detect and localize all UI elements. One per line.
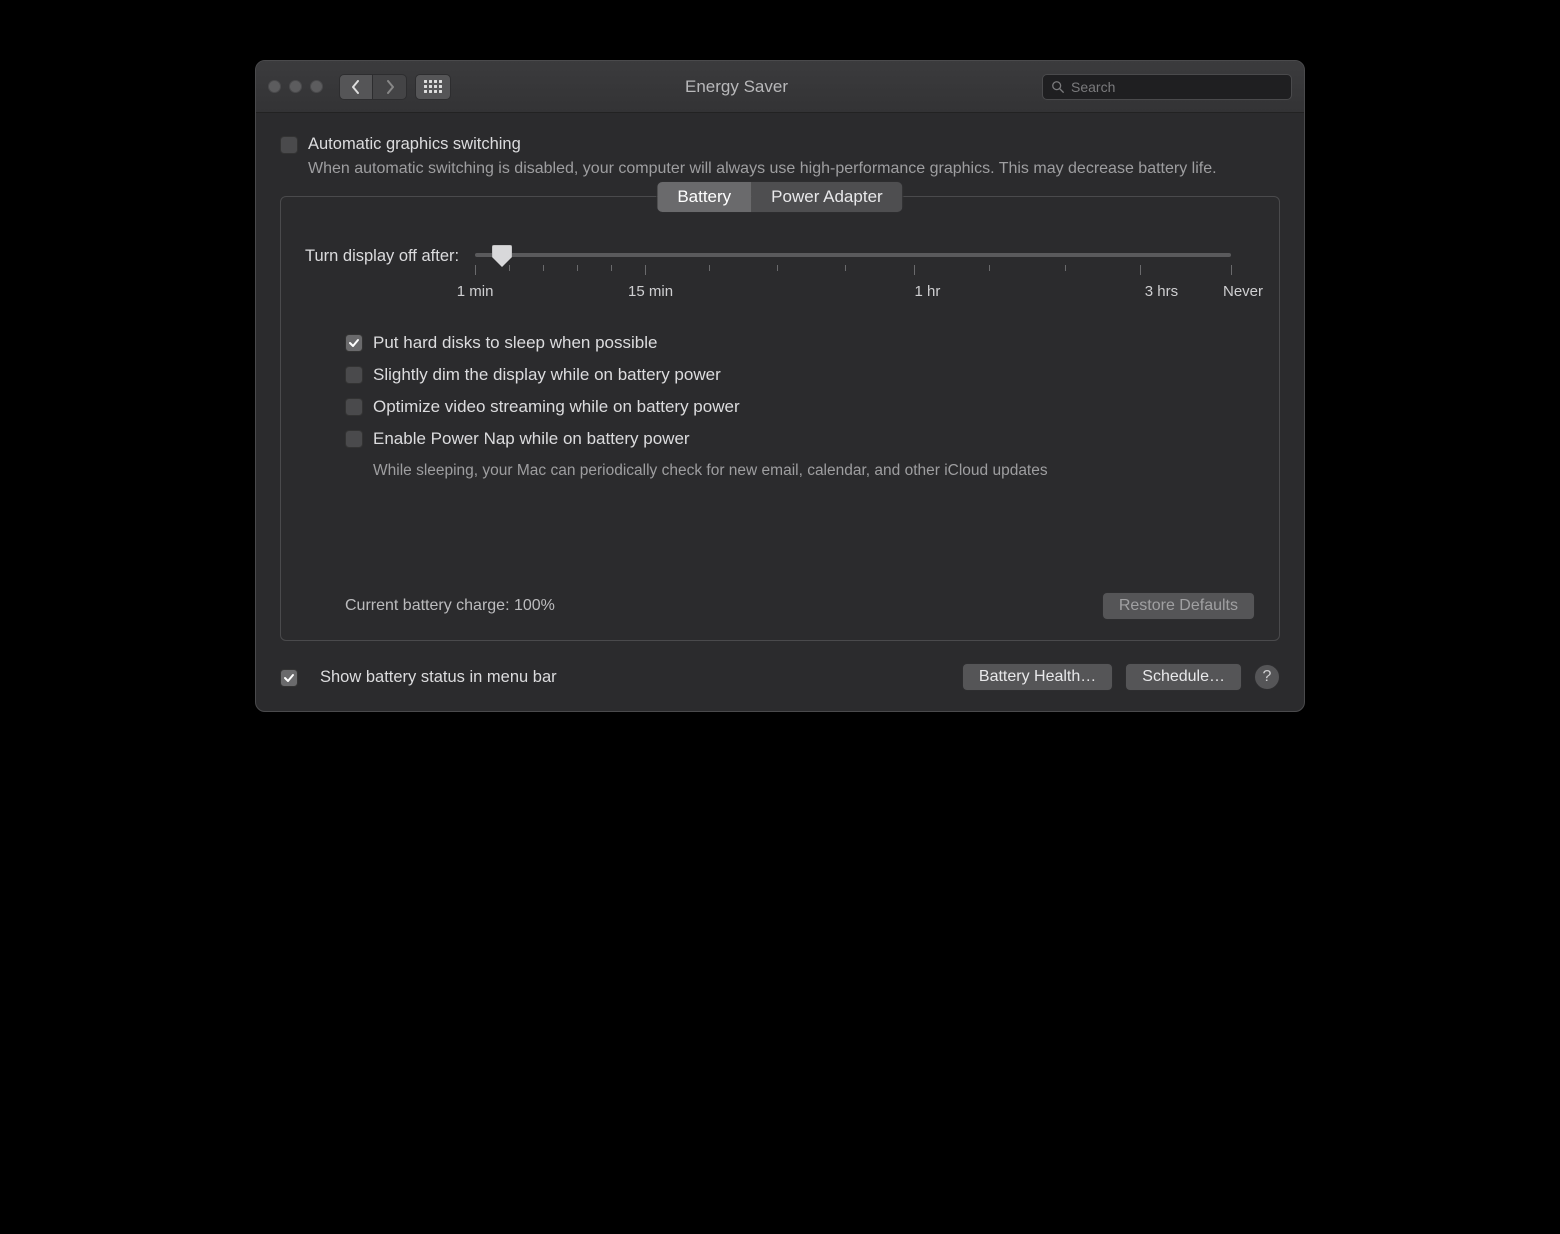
content-area: Automatic graphics switching When automa… bbox=[256, 113, 1304, 711]
check-icon bbox=[283, 672, 295, 684]
slider-track bbox=[475, 253, 1231, 257]
tab-power-adapter[interactable]: Power Adapter bbox=[751, 182, 903, 212]
power-nap-row: Enable Power Nap while on battery power … bbox=[345, 429, 1255, 482]
preferences-window: Energy Saver Automatic graphics switchin… bbox=[255, 60, 1305, 712]
settings-panel: Battery Power Adapter Turn display off a… bbox=[280, 196, 1280, 641]
hdd-sleep-label: Put hard disks to sleep when possible bbox=[373, 333, 657, 353]
slider-tick-never: Never bbox=[1223, 283, 1263, 300]
slider-thumb[interactable] bbox=[492, 245, 512, 267]
nav-buttons bbox=[339, 74, 407, 100]
optimize-video-row: Optimize video streaming while on batter… bbox=[345, 397, 1255, 417]
dim-display-label: Slightly dim the display while on batter… bbox=[373, 365, 721, 385]
optimize-video-checkbox[interactable] bbox=[345, 398, 363, 416]
battery-health-button[interactable]: Battery Health… bbox=[962, 663, 1113, 691]
dim-display-row: Slightly dim the display while on batter… bbox=[345, 365, 1255, 385]
window-controls bbox=[268, 80, 323, 93]
power-nap-label: Enable Power Nap while on battery power bbox=[373, 429, 690, 449]
options-list: Put hard disks to sleep when possible Sl… bbox=[345, 333, 1255, 482]
show-status-checkbox[interactable] bbox=[280, 669, 298, 687]
display-off-slider[interactable]: 1 min 15 min 1 hr 3 hrs Never bbox=[475, 245, 1255, 303]
slider-tick-labels: 1 min 15 min 1 hr 3 hrs Never bbox=[475, 283, 1255, 303]
power-nap-description: While sleeping, your Mac can periodicall… bbox=[373, 461, 1053, 482]
optimize-video-label: Optimize video streaming while on batter… bbox=[373, 397, 740, 417]
dim-display-checkbox[interactable] bbox=[345, 366, 363, 384]
auto-graphics-checkbox[interactable] bbox=[280, 136, 298, 154]
slider-ticks bbox=[475, 265, 1231, 275]
panel-footer: Current battery charge: 100% Restore Def… bbox=[305, 592, 1255, 620]
toolbar: Energy Saver bbox=[256, 61, 1304, 113]
back-button[interactable] bbox=[339, 74, 373, 100]
display-off-slider-row: Turn display off after: bbox=[305, 245, 1255, 303]
grid-icon bbox=[424, 80, 442, 93]
search-icon bbox=[1051, 80, 1065, 94]
battery-charge-status: Current battery charge: 100% bbox=[345, 597, 555, 615]
auto-graphics-description: When automatic switching is disabled, yo… bbox=[308, 158, 1280, 180]
minimize-window-button[interactable] bbox=[289, 80, 302, 93]
slider-tick-1min: 1 min bbox=[457, 283, 494, 300]
zoom-window-button[interactable] bbox=[310, 80, 323, 93]
slider-tick-1hr: 1 hr bbox=[914, 283, 940, 300]
auto-graphics-label: Automatic graphics switching bbox=[308, 135, 521, 154]
search-field[interactable] bbox=[1042, 74, 1292, 100]
show-status-label: Show battery status in menu bar bbox=[320, 668, 557, 687]
slider-tick-15min: 15 min bbox=[628, 283, 673, 300]
slider-tick-3hrs: 3 hrs bbox=[1145, 283, 1178, 300]
display-off-label: Turn display off after: bbox=[305, 245, 459, 266]
window-title: Energy Saver bbox=[459, 77, 1034, 97]
restore-defaults-button[interactable]: Restore Defaults bbox=[1102, 592, 1255, 620]
power-nap-checkbox[interactable] bbox=[345, 430, 363, 448]
search-input[interactable] bbox=[1071, 79, 1283, 95]
help-button[interactable]: ? bbox=[1254, 664, 1280, 690]
chevron-right-icon bbox=[385, 80, 395, 94]
forward-button[interactable] bbox=[373, 74, 407, 100]
chevron-left-icon bbox=[351, 80, 361, 94]
question-icon: ? bbox=[1263, 668, 1272, 686]
close-window-button[interactable] bbox=[268, 80, 281, 93]
schedule-button[interactable]: Schedule… bbox=[1125, 663, 1242, 691]
window-footer: Show battery status in menu bar Battery … bbox=[280, 663, 1280, 691]
tab-bar: Battery Power Adapter bbox=[656, 181, 903, 213]
hdd-sleep-checkbox[interactable] bbox=[345, 334, 363, 352]
tab-battery[interactable]: Battery bbox=[657, 182, 751, 212]
check-icon bbox=[348, 337, 360, 349]
show-all-button[interactable] bbox=[415, 74, 451, 100]
hdd-sleep-row: Put hard disks to sleep when possible bbox=[345, 333, 1255, 353]
auto-graphics-row: Automatic graphics switching bbox=[280, 135, 1280, 154]
